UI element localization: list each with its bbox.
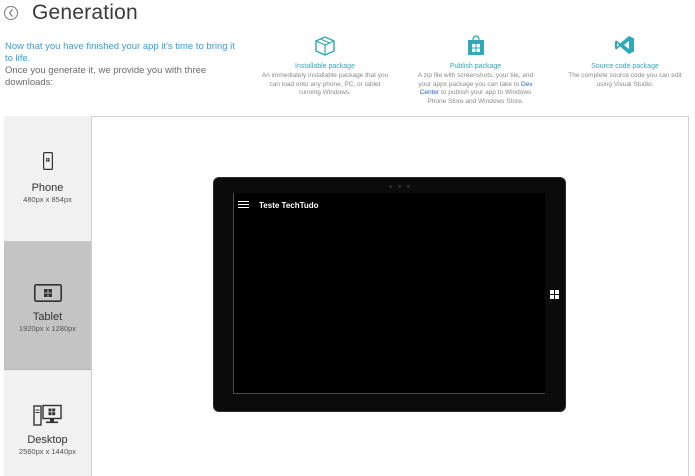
intro-highlight: Now that you have finished your app it's… <box>5 41 235 64</box>
windows-logo-icon[interactable] <box>550 290 559 299</box>
device-resolution: 2560px x 1440px <box>18 447 77 456</box>
camera-dot <box>407 185 410 188</box>
device-option-phone[interactable]: Phone 480px x 854px <box>4 116 91 242</box>
page-title: Generation <box>32 1 138 24</box>
description-text: to publish your app to Windows Phone Sto… <box>427 89 532 105</box>
download-description: The complete source code you can edit us… <box>568 72 682 88</box>
app-title: Teste TechTudo <box>259 201 319 210</box>
device-option-tablet[interactable]: Tablet 1920px x 1280px <box>4 242 91 370</box>
download-description: A zip file with screenshots, your tile, … <box>413 72 538 106</box>
desktop-icon <box>32 404 62 426</box>
camera-dot <box>398 185 401 188</box>
device-option-desktop[interactable]: Desktop 2560px x 1440px <box>4 370 91 476</box>
download-title: Source code package <box>591 62 659 70</box>
download-description: An immediately installable package that … <box>261 72 389 96</box>
app-screen <box>233 193 545 394</box>
tablet-icon <box>33 284 62 302</box>
device-name: Tablet <box>32 311 63 323</box>
device-selector: Phone 480px x 854px Tablet 1920px x 1280… <box>4 116 92 476</box>
intro-body: Once you generate it, we provide you wit… <box>5 65 207 88</box>
download-title: Publish package <box>449 62 502 70</box>
back-button[interactable] <box>4 6 18 20</box>
hamburger-icon[interactable] <box>238 201 249 209</box>
device-resolution: 480px x 854px <box>23 195 72 204</box>
device-name: Desktop <box>27 434 68 446</box>
chevron-left-icon <box>8 9 13 17</box>
intro-text: Now that you have finished your app it's… <box>5 41 245 89</box>
download-source: Source code package The complete source … <box>564 34 686 89</box>
store-bag-icon <box>467 35 484 55</box>
download-installable: Installable package An immediately insta… <box>260 34 390 98</box>
camera-dot <box>389 185 392 188</box>
phone-icon <box>42 152 53 170</box>
package-icon <box>315 36 335 56</box>
description-text: A zip file with screenshots, your tile, … <box>417 72 534 88</box>
download-publish: Publish package A zip file with screensh… <box>413 34 538 106</box>
visual-studio-icon <box>615 36 634 54</box>
device-name: Phone <box>31 182 64 194</box>
device-resolution: 1920px x 1280px <box>18 324 77 333</box>
download-title: Installable package <box>295 62 355 70</box>
